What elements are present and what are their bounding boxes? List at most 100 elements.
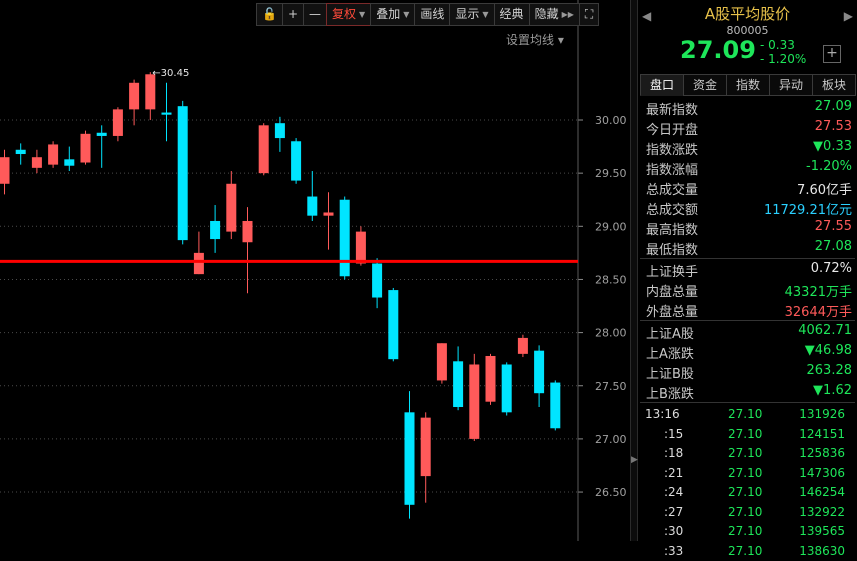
candle-body [161, 112, 172, 115]
trade-price: 27.10 [728, 446, 763, 460]
candle-body [323, 212, 334, 216]
trade-price: 27.10 [728, 504, 763, 519]
candle-body [355, 231, 366, 264]
trade-time: :30 [664, 524, 684, 538]
panel-tabs: 盘口 资金 指数 异动 板块 [640, 74, 856, 96]
quote-value: ▼46.98 [804, 343, 852, 358]
collapse-arrow-icon: ▶ [631, 455, 638, 465]
quote-row: 上A涨跌 ▼46.98 [638, 341, 857, 362]
fullscreen-button[interactable]: ⛶ [578, 3, 600, 26]
trade-price: 27.10 [728, 426, 763, 441]
index-price: 27.09 [680, 36, 756, 64]
zoom-out-button[interactable]: — [303, 3, 328, 26]
quote-value: 32644万手 [784, 305, 852, 320]
y-tick-label: 27.50 [595, 380, 627, 393]
hide-button[interactable]: 隐藏 ▶▶ [528, 3, 580, 26]
ma-setting-button[interactable]: 设置均线 ▾ [506, 31, 564, 48]
candle-body [388, 290, 399, 360]
index-change-pct: - 1.20% [760, 52, 807, 66]
quote-label: 上B涨跌 [646, 387, 694, 402]
kline-chart-area[interactable]: 30.00 29.50 29.00 28.50 28.00 27.50 27.00 26.50… [0, 0, 638, 541]
draw-line-button[interactable]: 画线 [414, 3, 451, 26]
quote-value: 27.09 [814, 99, 852, 114]
candle-body [307, 196, 318, 216]
tab-sector[interactable]: 板块 [812, 74, 856, 96]
quote-label: 总成交量 [646, 183, 699, 198]
candle-body [339, 199, 350, 277]
quote-label: 上证换手 [646, 265, 699, 280]
trade-row: :33 27.10 138630 [638, 542, 857, 561]
quote-label: 最低指数 [646, 243, 699, 258]
quote-value: -1.20% [806, 159, 852, 174]
tab-orderbook[interactable]: 盘口 [640, 74, 684, 96]
quote-label: 外盘总量 [646, 305, 699, 320]
quote-value: 11729.21亿元 [763, 203, 852, 218]
trade-row: :30 27.10 139565 [638, 522, 857, 541]
candle-body [193, 252, 204, 275]
tab-index[interactable]: 指数 [726, 74, 770, 96]
candle-body [469, 364, 480, 439]
max-price-label: ←30.45 [152, 68, 189, 79]
candle-body [485, 355, 496, 402]
trade-row: 13:16 27.10 131926 [638, 405, 857, 424]
quote-label: 最高指数 [646, 223, 699, 238]
chevron-down-icon: ▼ [359, 10, 366, 19]
y-tick-label: 28.50 [595, 273, 627, 286]
candle-body [404, 412, 415, 505]
y-tick-label: 29.00 [595, 220, 627, 233]
candle-body [550, 382, 561, 429]
tab-movement[interactable]: 异动 [769, 74, 813, 96]
lock-button[interactable]: 🔓 [256, 3, 283, 26]
candle-body [64, 159, 75, 166]
quote-value: ▼1.62 [813, 383, 852, 398]
candle-body [274, 123, 285, 139]
quote-value: 43321万手 [784, 285, 852, 300]
quote-row: 上证B股 263.28 [638, 361, 857, 382]
quote-value: 27.55 [814, 219, 852, 234]
quote-row: 指数涨跌 ▼0.33 [638, 137, 857, 158]
trade-row: :24 27.10 146254 [638, 483, 857, 502]
trade-time: :33 [664, 543, 684, 558]
quote-row: 内盘总量 43321万手 [638, 279, 857, 300]
reference-line [0, 259, 578, 263]
trade-price: 27.10 [728, 524, 763, 538]
quote-row: 上证换手 0.72% [638, 259, 857, 280]
kline-chart[interactable]: 30.00 29.50 29.00 28.50 28.00 27.50 27.00 26.50… [0, 0, 630, 541]
trade-volume: 132922 [799, 504, 845, 519]
quote-row: 总成交额 11729.21亿元 [638, 197, 857, 218]
candle-body [534, 350, 545, 394]
display-label: 显示 [455, 7, 480, 21]
adjust-label: 复权 [332, 7, 357, 21]
trade-time: :24 [664, 485, 684, 499]
candle-body [501, 364, 512, 413]
trade-volume: 146254 [799, 485, 845, 499]
overlay-button[interactable]: 叠加 ▼ [370, 3, 416, 26]
quote-row: 总成交量 7.60亿手 [638, 177, 857, 198]
zoom-in-button[interactable]: + [281, 3, 305, 26]
quote-row: 最新指数 27.09 [638, 97, 857, 118]
quote-label: 上证A股 [646, 327, 694, 342]
lock-icon: 🔓 [262, 7, 277, 21]
candle-body [80, 133, 91, 163]
trade-time: :15 [664, 426, 684, 441]
classic-button[interactable]: 经典 [493, 3, 530, 26]
y-tick-label: 29.50 [595, 167, 627, 180]
candle-body [226, 183, 237, 232]
quote-row: 外盘总量 32644万手 [638, 299, 857, 320]
add-watchlist-button[interactable]: + [823, 45, 841, 63]
quote-row: 上B涨跌 ▼1.62 [638, 381, 857, 402]
display-button[interactable]: 显示 ▼ [449, 3, 495, 26]
double-arrow-right-icon: ▶▶ [561, 10, 574, 19]
trade-price: 27.10 [728, 465, 763, 480]
quote-label: 指数涨跌 [646, 143, 699, 158]
quote-panel: ◀ ▶ A股平均股价 800005 27.09 - 0.33 - 1.20% +… [638, 0, 857, 558]
quote-value: 27.08 [814, 239, 852, 254]
trade-price: 27.10 [728, 407, 763, 421]
candle-body [15, 149, 26, 155]
panel-splitter[interactable]: ▶ [630, 0, 638, 541]
adjust-button[interactable]: 复权 ▼ [326, 3, 372, 26]
trade-time: :27 [664, 504, 684, 519]
y-tick-label: 27.00 [595, 433, 627, 446]
tab-fund[interactable]: 资金 [683, 74, 727, 96]
trade-volume: 131926 [799, 407, 845, 421]
